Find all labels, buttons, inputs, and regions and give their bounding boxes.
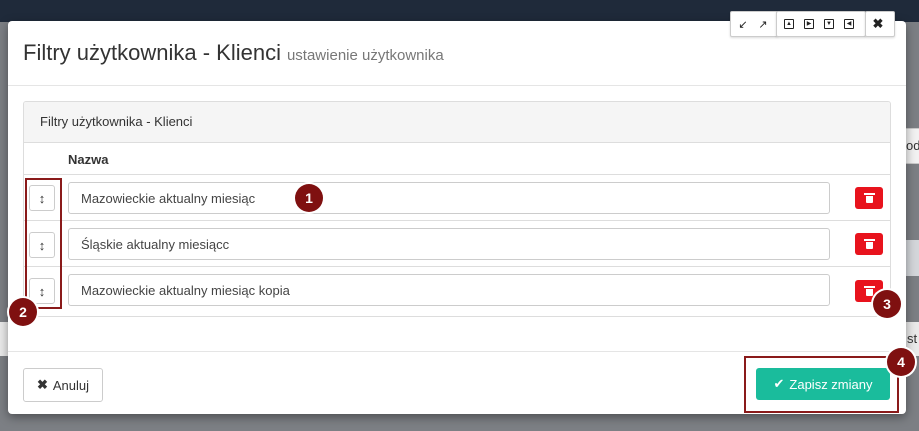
delete-filter-button[interactable] <box>855 233 883 255</box>
filter-row: ↕ <box>24 220 890 267</box>
panel-heading: Filtry użytkownika - Klienci <box>24 102 890 143</box>
drag-handles-highlight <box>25 178 62 309</box>
background-row <box>906 240 919 276</box>
save-button-highlight <box>744 356 899 413</box>
marker-badge-3: 3 <box>873 290 901 318</box>
marker-badge-1: 1 <box>295 184 323 212</box>
background-cell-text: od <box>906 138 919 153</box>
marker-badge-2: 2 <box>9 298 37 326</box>
filter-name-input[interactable] <box>68 228 830 260</box>
trash-icon <box>863 193 875 203</box>
modal-title-text: Filtry użytkownika - Klienci <box>23 40 281 65</box>
background-table-cell: od <box>906 128 919 164</box>
modal-header: Filtry użytkownika - Klienci ustawienie u… <box>8 21 906 86</box>
background-cell-text: st <box>907 331 918 346</box>
modal-title: Filtry użytkownika - Klienci ustawienie u… <box>23 40 444 66</box>
filter-name-input[interactable] <box>68 274 830 306</box>
cancel-label: Anuluj <box>52 377 90 393</box>
cancel-button[interactable]: ✖ Anuluj <box>23 368 103 402</box>
filters-panel: Filtry użytkownika - Klienci Nazwa ↕ ↕ ↕ <box>23 101 891 317</box>
filter-row: ↕ <box>24 174 890 221</box>
trash-icon <box>863 239 875 249</box>
modal-subtitle: ustawienie użytkownika <box>286 47 444 64</box>
marker-badge-4: 4 <box>887 348 915 376</box>
column-header-name: Nazwa <box>68 152 109 167</box>
delete-filter-button[interactable] <box>855 187 883 209</box>
filter-row: ↕ <box>24 266 890 313</box>
close-icon: ✖ <box>36 377 48 392</box>
background-row <box>0 322 8 356</box>
filter-name-input[interactable] <box>68 182 830 214</box>
trash-icon <box>863 286 875 296</box>
